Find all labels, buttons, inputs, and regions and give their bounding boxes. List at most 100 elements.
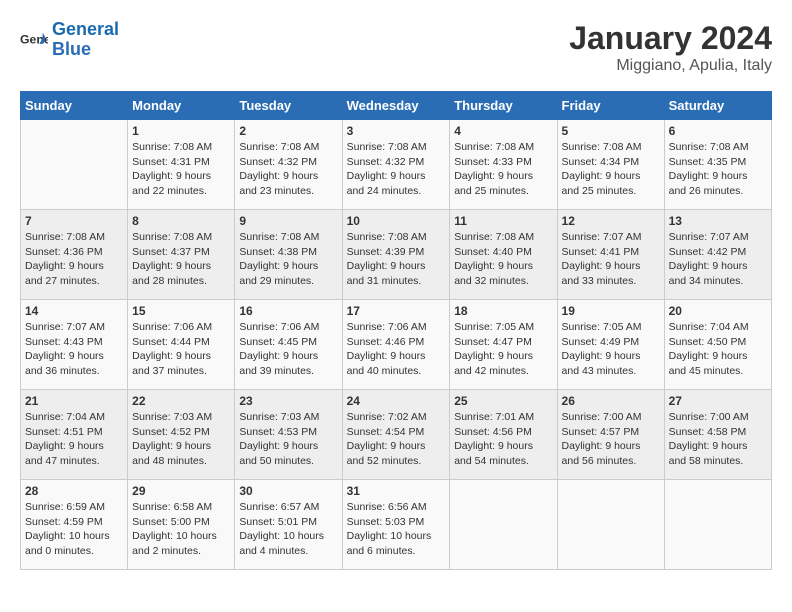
day-number: 17: [347, 304, 446, 318]
day-number: 4: [454, 124, 552, 138]
day-number: 20: [669, 304, 767, 318]
day-number: 8: [132, 214, 230, 228]
calendar-cell: 6Sunrise: 7:08 AMSunset: 4:35 PMDaylight…: [664, 120, 771, 210]
calendar-cell: 24 Sunrise: 7:02 AMSunset: 4:54 PMDayligh…: [342, 390, 450, 480]
day-info: Sunrise: 7:08 AMSunset: 4:32 PMDaylight:…: [239, 140, 337, 199]
calendar-cell: 29 Sunrise: 6:58 AMSunset: 5:00 PMDayligh…: [128, 480, 235, 570]
calendar-cell: 8 Sunrise: 7:08 AMSunset: 4:37 PMDaylight…: [128, 210, 235, 300]
calendar-cell: 25Sunrise: 7:01 AMSunset: 4:56 PMDayligh…: [450, 390, 557, 480]
page-header: General General Blue January 2024 Miggia…: [20, 20, 772, 75]
day-header-tuesday: Tuesday: [235, 92, 342, 120]
day-info: Sunrise: 6:58 AMSunset: 5:00 PMDaylight:…: [132, 500, 230, 559]
day-number: 30: [239, 484, 337, 498]
calendar-cell: 15 Sunrise: 7:06 AMSunset: 4:44 PMDayligh…: [128, 300, 235, 390]
day-number: 31: [347, 484, 446, 498]
day-info: Sunrise: 7:06 AMSunset: 4:44 PMDaylight:…: [132, 320, 230, 379]
calendar-cell: 5 Sunrise: 7:08 AMSunset: 4:34 PMDaylight…: [557, 120, 664, 210]
day-info: Sunrise: 6:56 AMSunset: 5:03 PMDaylight:…: [347, 500, 446, 559]
day-number: 23: [239, 394, 337, 408]
calendar-cell: 1 Sunrise: 7:08 AMSunset: 4:31 PMDaylight…: [128, 120, 235, 210]
day-number: 6: [669, 124, 767, 138]
calendar-cell: 7 Sunrise: 7:08 AMSunset: 4:36 PMDaylight…: [21, 210, 128, 300]
day-number: 7: [25, 214, 123, 228]
calendar-cell: 23 Sunrise: 7:03 AMSunset: 4:53 PMDayligh…: [235, 390, 342, 480]
calendar-cell: 27 Sunrise: 7:00 AMSunset: 4:58 PMDayligh…: [664, 390, 771, 480]
calendar-cell: 17 Sunrise: 7:06 AMSunset: 4:46 PMDayligh…: [342, 300, 450, 390]
day-header-sunday: Sunday: [21, 92, 128, 120]
calendar-cell: 20 Sunrise: 7:04 AMSunset: 4:50 PMDayligh…: [664, 300, 771, 390]
day-header-saturday: Saturday: [664, 92, 771, 120]
day-number: 22: [132, 394, 230, 408]
week-row-5: 28 Sunrise: 6:59 AMSunset: 4:59 PMDayligh…: [21, 480, 772, 570]
day-info: Sunrise: 7:08 AMSunset: 4:40 PMDaylight:…: [454, 230, 552, 289]
day-number: 27: [669, 394, 767, 408]
day-number: 18: [454, 304, 552, 318]
day-number: 3: [347, 124, 446, 138]
logo-icon: General: [20, 26, 48, 54]
day-header-thursday: Thursday: [450, 92, 557, 120]
day-info: Sunrise: 7:08 AMSunset: 4:32 PMDaylight:…: [347, 140, 446, 199]
day-info: Sunrise: 7:08 AMSunset: 4:34 PMDaylight:…: [562, 140, 660, 199]
day-info: Sunrise: 7:08 AMSunset: 4:31 PMDaylight:…: [132, 140, 230, 199]
title-block: January 2024 Miggiano, Apulia, Italy: [569, 20, 772, 75]
day-info: Sunrise: 7:03 AMSunset: 4:53 PMDaylight:…: [239, 410, 337, 469]
day-number: 12: [562, 214, 660, 228]
day-info: Sunrise: 7:04 AMSunset: 4:51 PMDaylight:…: [25, 410, 123, 469]
calendar-subtitle: Miggiano, Apulia, Italy: [569, 57, 772, 75]
day-number: 2: [239, 124, 337, 138]
calendar-cell: 2 Sunrise: 7:08 AMSunset: 4:32 PMDaylight…: [235, 120, 342, 210]
logo-text: General Blue: [52, 20, 119, 60]
day-number: 19: [562, 304, 660, 318]
calendar-cell: 30Sunrise: 6:57 AMSunset: 5:01 PMDayligh…: [235, 480, 342, 570]
day-info: Sunrise: 7:00 AMSunset: 4:58 PMDaylight:…: [669, 410, 767, 469]
week-row-2: 7 Sunrise: 7:08 AMSunset: 4:36 PMDaylight…: [21, 210, 772, 300]
calendar-cell: 28 Sunrise: 6:59 AMSunset: 4:59 PMDayligh…: [21, 480, 128, 570]
day-info: Sunrise: 7:08 AMSunset: 4:33 PMDaylight:…: [454, 140, 552, 199]
day-number: 21: [25, 394, 123, 408]
calendar-cell: [21, 120, 128, 210]
calendar-cell: 21 Sunrise: 7:04 AMSunset: 4:51 PMDayligh…: [21, 390, 128, 480]
day-info: Sunrise: 7:05 AMSunset: 4:47 PMDaylight:…: [454, 320, 552, 379]
day-info: Sunrise: 7:06 AMSunset: 4:45 PMDaylight:…: [239, 320, 337, 379]
calendar-cell: 18 Sunrise: 7:05 AMSunset: 4:47 PMDayligh…: [450, 300, 557, 390]
day-info: Sunrise: 7:03 AMSunset: 4:52 PMDaylight:…: [132, 410, 230, 469]
day-number: 15: [132, 304, 230, 318]
calendar-cell: [664, 480, 771, 570]
day-number: 29: [132, 484, 230, 498]
day-info: Sunrise: 7:08 AMSunset: 4:38 PMDaylight:…: [239, 230, 337, 289]
day-info: Sunrise: 6:59 AMSunset: 4:59 PMDaylight:…: [25, 500, 123, 559]
calendar-cell: 10Sunrise: 7:08 AMSunset: 4:39 PMDayligh…: [342, 210, 450, 300]
day-info: Sunrise: 7:02 AMSunset: 4:54 PMDaylight:…: [347, 410, 446, 469]
day-info: Sunrise: 7:08 AMSunset: 4:37 PMDaylight:…: [132, 230, 230, 289]
week-row-4: 21 Sunrise: 7:04 AMSunset: 4:51 PMDayligh…: [21, 390, 772, 480]
day-info: Sunrise: 7:07 AMSunset: 4:41 PMDaylight:…: [562, 230, 660, 289]
calendar-cell: 22 Sunrise: 7:03 AMSunset: 4:52 PMDayligh…: [128, 390, 235, 480]
header-row: SundayMondayTuesdayWednesdayThursdayFrid…: [21, 92, 772, 120]
week-row-1: 1 Sunrise: 7:08 AMSunset: 4:31 PMDaylight…: [21, 120, 772, 210]
calendar-cell: 14Sunrise: 7:07 AMSunset: 4:43 PMDayligh…: [21, 300, 128, 390]
day-number: 26: [562, 394, 660, 408]
day-info: Sunrise: 7:07 AMSunset: 4:43 PMDaylight:…: [25, 320, 123, 379]
day-number: 1: [132, 124, 230, 138]
day-header-wednesday: Wednesday: [342, 92, 450, 120]
calendar-cell: 4 Sunrise: 7:08 AMSunset: 4:33 PMDaylight…: [450, 120, 557, 210]
day-info: Sunrise: 7:04 AMSunset: 4:50 PMDaylight:…: [669, 320, 767, 379]
day-info: Sunrise: 7:05 AMSunset: 4:49 PMDaylight:…: [562, 320, 660, 379]
calendar-cell: 3 Sunrise: 7:08 AMSunset: 4:32 PMDaylight…: [342, 120, 450, 210]
day-number: 28: [25, 484, 123, 498]
day-number: 11: [454, 214, 552, 228]
day-info: Sunrise: 7:08 AMSunset: 4:39 PMDaylight:…: [347, 230, 446, 289]
calendar-cell: 9Sunrise: 7:08 AMSunset: 4:38 PMDaylight…: [235, 210, 342, 300]
day-header-friday: Friday: [557, 92, 664, 120]
calendar-cell: 19 Sunrise: 7:05 AMSunset: 4:49 PMDayligh…: [557, 300, 664, 390]
day-number: 5: [562, 124, 660, 138]
day-info: Sunrise: 7:08 AMSunset: 4:36 PMDaylight:…: [25, 230, 123, 289]
day-info: Sunrise: 7:01 AMSunset: 4:56 PMDaylight:…: [454, 410, 552, 469]
day-number: 16: [239, 304, 337, 318]
day-number: 13: [669, 214, 767, 228]
calendar-cell: [450, 480, 557, 570]
calendar-cell: 16 Sunrise: 7:06 AMSunset: 4:45 PMDayligh…: [235, 300, 342, 390]
day-number: 24: [347, 394, 446, 408]
day-info: Sunrise: 7:06 AMSunset: 4:46 PMDaylight:…: [347, 320, 446, 379]
day-header-monday: Monday: [128, 92, 235, 120]
